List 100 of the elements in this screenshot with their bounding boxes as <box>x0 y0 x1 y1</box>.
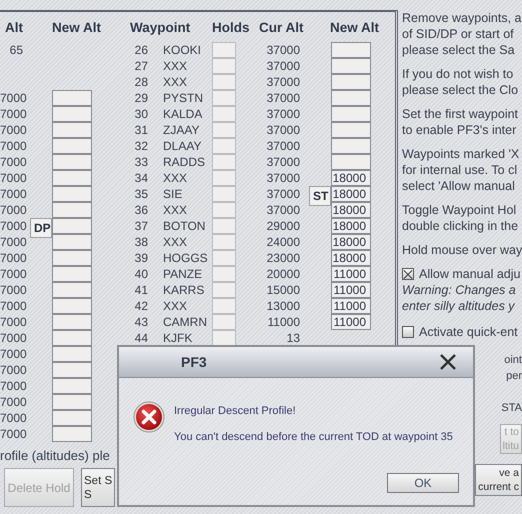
altitude-field[interactable] <box>52 186 92 202</box>
waypoint-name: KARRS <box>162 282 206 298</box>
altitude-field[interactable]: 11000 <box>331 298 371 314</box>
altitude-field[interactable] <box>52 426 92 442</box>
altitude-text: 7000 <box>0 139 27 153</box>
waypoint-name: SIE <box>162 186 184 202</box>
hold-field[interactable] <box>212 106 236 122</box>
checkbox-label[interactable]: Activate quick-ent <box>419 325 518 339</box>
altitude-field[interactable]: 18000 <box>331 186 371 202</box>
altitude-field[interactable] <box>52 154 92 170</box>
column-header: Waypoint <box>129 20 192 34</box>
altitude-field[interactable]: 11000 <box>331 266 371 282</box>
hold-field[interactable] <box>212 58 236 74</box>
altitude-field[interactable] <box>331 138 371 154</box>
action-button[interactable]: ve a current c <box>475 464 522 496</box>
altitude-field[interactable]: 11000 <box>331 314 371 330</box>
altitude-field[interactable] <box>52 218 92 234</box>
altitude-field[interactable] <box>331 90 371 106</box>
altitude-field[interactable] <box>52 346 92 362</box>
waypoint-name: RADDS <box>162 154 206 170</box>
altitude-field[interactable]: 18000 <box>331 170 371 186</box>
altitude-field[interactable] <box>52 250 92 266</box>
altitude-field[interactable] <box>52 330 92 346</box>
help-text: oint per <box>504 353 522 384</box>
altitude-field[interactable] <box>52 410 92 426</box>
help-text: Hold mouse over way <box>402 242 522 258</box>
altitude-text: 37000 <box>266 74 300 90</box>
altitude-field[interactable] <box>331 74 371 90</box>
altitude-field[interactable] <box>331 154 371 170</box>
altitude-text: 7000 <box>0 155 27 169</box>
hold-field[interactable] <box>212 250 236 266</box>
hold-field[interactable] <box>212 298 236 314</box>
altitude-field[interactable] <box>52 170 92 186</box>
altitude-field[interactable] <box>331 42 371 58</box>
hold-field[interactable] <box>212 42 236 58</box>
altitude-text: 29000 <box>266 218 300 234</box>
altitude-text: 37000 <box>266 202 300 218</box>
help-text: Remove waypoints, a of SID/DP or start of please select the Sa <box>402 10 522 58</box>
altitude-field[interactable] <box>52 202 92 218</box>
action-button[interactable]: Set S S <box>81 468 115 507</box>
altitude-field[interactable] <box>52 90 92 106</box>
hold-field[interactable] <box>212 234 236 250</box>
altitude-field[interactable]: 18000 <box>331 234 371 250</box>
hold-field[interactable] <box>212 74 236 90</box>
hold-field[interactable] <box>212 122 236 138</box>
waypoint-number: 34 <box>134 170 148 186</box>
altitude-text: 37000 <box>266 106 300 122</box>
waypoint-number: 32 <box>134 138 148 154</box>
checkbox-label[interactable]: Allow manual adju <box>419 267 520 281</box>
altitude-field[interactable]: 18000 <box>331 250 371 266</box>
altitude-field[interactable] <box>52 378 92 394</box>
waypoint-number: 35 <box>134 186 148 202</box>
altitude-field[interactable] <box>52 138 92 154</box>
altitude-field[interactable] <box>52 282 92 298</box>
altitude-field[interactable]: 11000 <box>331 282 371 298</box>
checkbox[interactable] <box>402 326 414 338</box>
altitude-field[interactable] <box>52 234 92 250</box>
hold-field[interactable] <box>212 138 236 154</box>
hold-field[interactable] <box>212 186 236 202</box>
altitude-text: 7000 <box>0 107 27 121</box>
hold-field[interactable] <box>212 266 236 282</box>
waypoint-number: 44 <box>134 330 148 346</box>
altitude-field[interactable] <box>52 314 92 330</box>
hold-field[interactable] <box>212 330 236 346</box>
altitude-text: 7000 <box>0 251 27 265</box>
waypoint-name: CAMRN <box>162 314 208 330</box>
altitude-text: 7000 <box>0 123 27 137</box>
altitude-field[interactable] <box>52 362 92 378</box>
altitude-field[interactable]: 18000 <box>331 202 371 218</box>
altitude-field[interactable] <box>331 122 371 138</box>
help-text: Toggle Waypoint Hol double clicking in the <box>402 202 520 234</box>
help-text: Waypoints marked 'X for internal use. To cl select 'Allow manual <box>402 146 520 194</box>
hold-field[interactable] <box>212 154 236 170</box>
altitude-text: 7000 <box>0 235 27 249</box>
close-icon[interactable] <box>439 353 457 371</box>
hold-field[interactable] <box>212 170 236 186</box>
altitude-text: 11000 <box>266 314 300 330</box>
hold-field[interactable] <box>212 218 236 234</box>
hold-field[interactable] <box>212 90 236 106</box>
altitude-field[interactable] <box>331 58 371 74</box>
waypoint-name: PYSTN <box>162 90 204 106</box>
altitude-field[interactable]: 18000 <box>331 218 371 234</box>
ok-button[interactable]: OK <box>387 473 459 493</box>
altitude-field[interactable] <box>52 298 92 314</box>
altitude-field[interactable] <box>52 266 92 282</box>
altitude-text: 37000 <box>266 122 300 138</box>
altitude-text: 37000 <box>266 58 300 74</box>
dialog-message: You can't descend before the current TOD at waypoint 35 <box>174 430 453 445</box>
hold-field[interactable] <box>212 282 236 298</box>
waypoint-name: KJFK <box>162 330 194 346</box>
altitude-field[interactable] <box>52 122 92 138</box>
altitude-field[interactable] <box>331 106 371 122</box>
altitude-text: 7000 <box>0 91 27 105</box>
altitude-field[interactable] <box>52 394 92 410</box>
altitude-field[interactable] <box>52 106 92 122</box>
waypoint-number: 27 <box>134 58 148 74</box>
altitude-text: 7000 <box>0 283 27 297</box>
hold-field[interactable] <box>212 314 236 330</box>
hold-field[interactable] <box>212 202 236 218</box>
checkbox[interactable] <box>402 268 414 280</box>
